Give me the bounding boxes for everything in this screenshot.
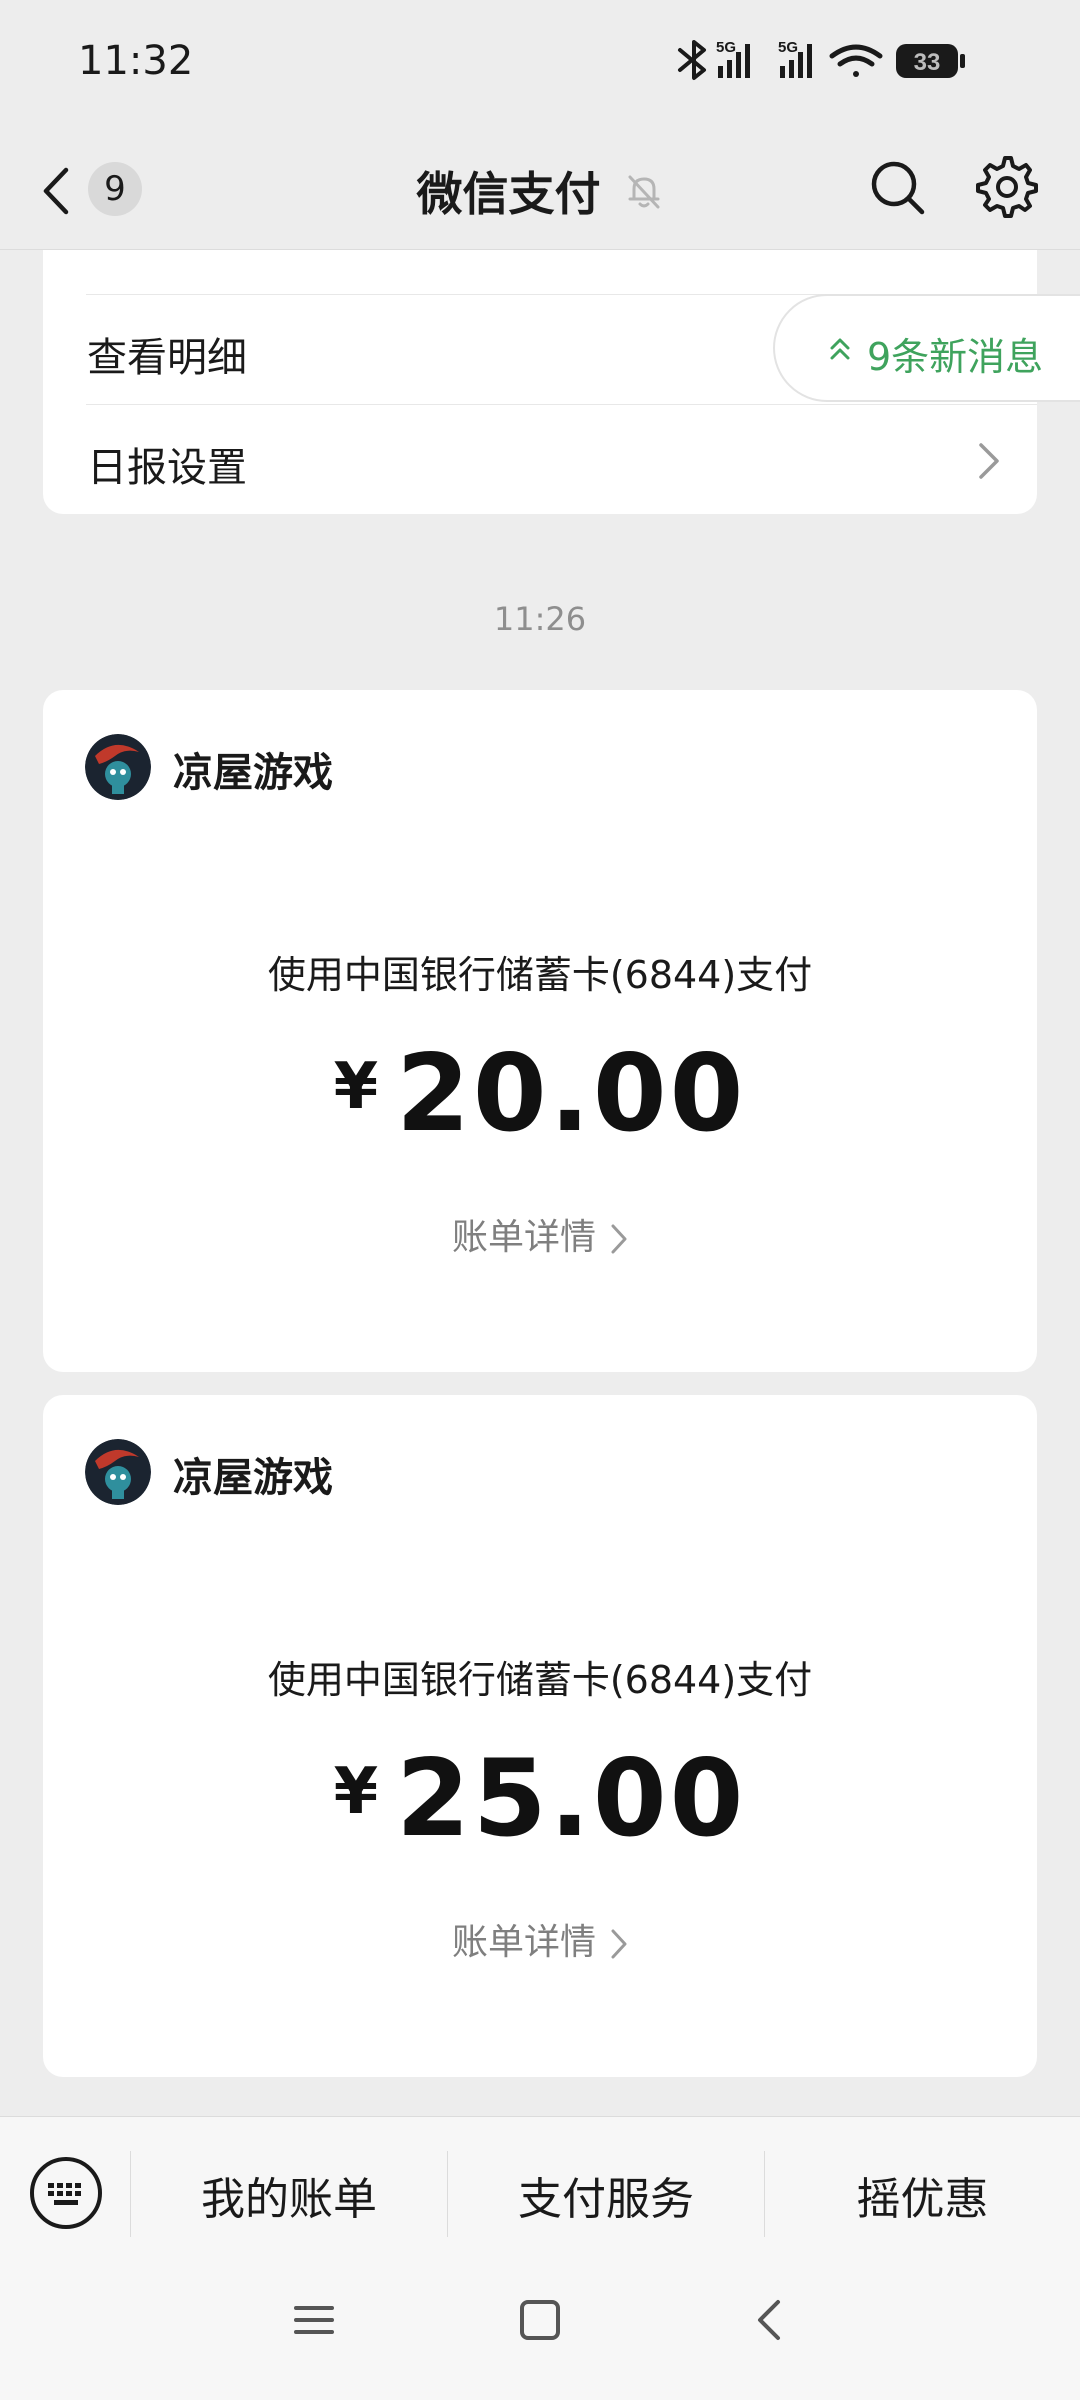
currency-symbol: ¥ <box>333 1755 379 1829</box>
view-details-label: 查看明细 <box>87 335 247 381</box>
amount-row: ¥20.00 <box>43 1032 1037 1155</box>
page-title: 微信支付 <box>416 167 601 221</box>
daily-report-settings-label: 日报设置 <box>87 445 247 491</box>
nav-bar: 9 微信支付 <box>0 130 1080 250</box>
bill-details-label: 账单详情 <box>451 1922 596 1963</box>
back-icon[interactable] <box>748 2298 792 2342</box>
mute-bell-icon <box>628 175 660 209</box>
amount-row: ¥25.00 <box>43 1737 1037 1860</box>
payment-card[interactable]: 凉屋游戏 使用中国银行储蓄卡(6844)支付 ¥25.00 账单详情 <box>43 1395 1037 2077</box>
back-button[interactable]: 9 <box>40 156 150 226</box>
payment-amount: 25.00 <box>396 1737 747 1860</box>
status-time: 11:32 <box>78 38 194 84</box>
status-bar: 11:32 5G 5G 33 <box>0 0 1080 130</box>
bluetooth-icon <box>678 40 706 80</box>
currency-symbol: ¥ <box>333 1050 379 1124</box>
merchant-avatar <box>85 734 151 800</box>
gear-icon[interactable] <box>976 156 1038 218</box>
wifi-icon <box>829 44 883 77</box>
new-messages-label: 9条新消息 <box>867 335 1044 379</box>
unread-count-badge: 9 <box>88 162 142 216</box>
search-icon[interactable] <box>868 158 928 218</box>
chevron-right-icon <box>611 1224 627 1254</box>
bill-details-link[interactable]: 账单详情 <box>43 1208 1037 1260</box>
payment-card[interactable]: 凉屋游戏 使用中国银行储蓄卡(6844)支付 ¥20.00 账单详情 <box>43 690 1037 1372</box>
menu-my-bills[interactable]: 我的账单 <box>131 2163 447 2227</box>
payment-method: 使用中国银行储蓄卡(6844)支付 <box>267 1658 813 1702</box>
status-icons: 5G 5G 33 <box>678 39 965 80</box>
system-navigation <box>0 2280 1080 2380</box>
bill-details-link[interactable]: 账单详情 <box>43 1913 1037 1965</box>
home-icon[interactable] <box>518 2298 562 2342</box>
signal-icon: 5G <box>778 39 812 78</box>
bill-details-label: 账单详情 <box>451 1217 596 1258</box>
message-timestamp: 11:26 <box>493 600 587 638</box>
payment-method: 使用中国银行储蓄卡(6844)支付 <box>267 953 813 997</box>
double-chevron-up-icon <box>830 338 850 360</box>
merchant-avatar <box>85 1439 151 1505</box>
chevron-right-icon <box>611 1929 627 1959</box>
new-messages-button[interactable]: 9条新消息 <box>773 294 1080 402</box>
menu-payment-services[interactable]: 支付服务 <box>448 2163 764 2227</box>
merchant-name: 凉屋游戏 <box>173 750 333 796</box>
keyboard-icon[interactable] <box>28 2155 104 2231</box>
daily-report-settings-row[interactable]: 日报设置 <box>43 405 1037 515</box>
signal-icon: 5G <box>716 39 750 78</box>
menu-icon[interactable] <box>292 2298 336 2342</box>
menu-shake-deals[interactable]: 摇优惠 <box>765 2163 1080 2227</box>
merchant-name: 凉屋游戏 <box>173 1455 333 1501</box>
svg-text:5G: 5G <box>778 39 798 56</box>
payment-amount: 20.00 <box>396 1032 747 1155</box>
chevron-right-icon <box>979 443 999 479</box>
svg-text:5G: 5G <box>716 39 736 56</box>
svg-text:33: 33 <box>914 49 941 76</box>
battery-icon: 33 <box>896 44 965 78</box>
back-chevron-icon <box>43 167 69 215</box>
